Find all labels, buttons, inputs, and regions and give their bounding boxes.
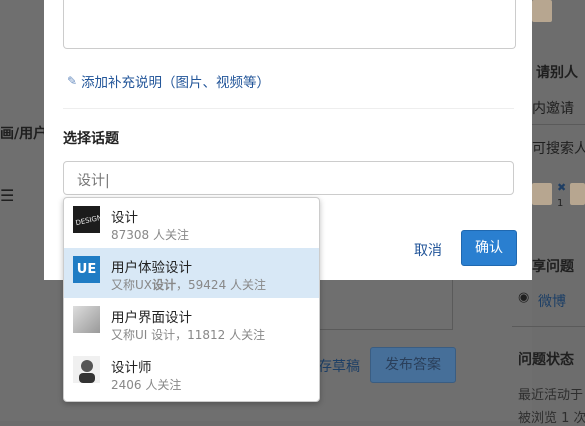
add-note-link[interactable]: ✎ 添加补充说明（图片、视频等） bbox=[67, 71, 270, 91]
bg-left-text: 画/用户 bbox=[0, 126, 48, 142]
divider bbox=[532, 124, 585, 125]
question-detail-textarea[interactable] bbox=[63, 0, 516, 49]
suggestion-name: 设计师 bbox=[111, 360, 152, 376]
question-status-title: 问题状态 bbox=[518, 352, 574, 368]
person-thumb-icon bbox=[73, 356, 100, 383]
suggestion-followers: 87308 人关注 bbox=[111, 228, 189, 242]
suggestion-followers: 2406 人关注 bbox=[111, 378, 182, 392]
editor-border bbox=[452, 280, 453, 330]
divider bbox=[63, 108, 514, 109]
suggestion-followers: 又称UI 设计，11812 人关注 bbox=[111, 328, 266, 342]
weibo-link[interactable]: 微博 bbox=[538, 291, 566, 311]
design-thumb-icon: DESIGN bbox=[73, 206, 100, 233]
invite-counter: 1 bbox=[557, 198, 564, 209]
editor-border bbox=[318, 329, 453, 330]
suggestion-item[interactable]: 用户界面设计 又称UI 设计，11812 人关注 bbox=[64, 298, 319, 348]
add-note-label: 添加补充说明（图片、视频等） bbox=[81, 75, 271, 91]
invite-tab[interactable]: 内邀请 bbox=[532, 98, 574, 118]
avatar bbox=[532, 183, 552, 205]
avatar bbox=[570, 183, 585, 205]
publish-answer-button[interactable]: 发布答案 bbox=[370, 347, 456, 383]
suggestion-item[interactable]: 设计师 2406 人关注 bbox=[64, 348, 319, 398]
topic-suggestion-dropdown: DESIGN 设计 87308 人关注 UE 用户体验设计 又称UX设计，594… bbox=[63, 197, 320, 402]
confirm-button[interactable]: 确认 bbox=[461, 230, 517, 266]
share-title: 享问题 bbox=[532, 259, 574, 275]
avatar bbox=[532, 0, 552, 22]
save-draft-button[interactable]: 存草稿 bbox=[318, 356, 360, 376]
ue-logo-icon: UE bbox=[73, 256, 100, 283]
invite-title: 请别人 bbox=[536, 65, 578, 81]
suggestion-name: 用户体验设计 bbox=[111, 260, 192, 276]
topic-search-input[interactable]: 设计| bbox=[63, 161, 514, 195]
divider bbox=[512, 326, 585, 327]
recent-activity: 最近活动于 bbox=[518, 388, 584, 403]
suggestion-followers: 又称UX设计，59424 人关注 bbox=[111, 278, 267, 292]
search-people-text: 可搜索人 bbox=[532, 141, 585, 157]
suggestion-item[interactable]: DESIGN 设计 87308 人关注 bbox=[64, 198, 319, 248]
suggestion-item-selected[interactable]: UE 用户体验设计 又称UX设计，59424 人关注 bbox=[64, 248, 319, 298]
select-topic-title: 选择话题 bbox=[63, 131, 119, 147]
bg-list-icon: ☰ bbox=[0, 186, 15, 205]
suggestion-name: 设计 bbox=[111, 210, 138, 226]
weibo-icon: ◉ bbox=[518, 290, 530, 305]
ui-thumb-icon bbox=[73, 306, 100, 333]
viewed-count: 被浏览 1 次 bbox=[518, 411, 585, 426]
pencil-icon: ✎ bbox=[67, 74, 78, 88]
close-icon[interactable]: ✖ bbox=[557, 181, 566, 194]
cancel-button[interactable]: 取消 bbox=[414, 240, 442, 260]
suggestion-name: 用户界面设计 bbox=[111, 310, 192, 326]
